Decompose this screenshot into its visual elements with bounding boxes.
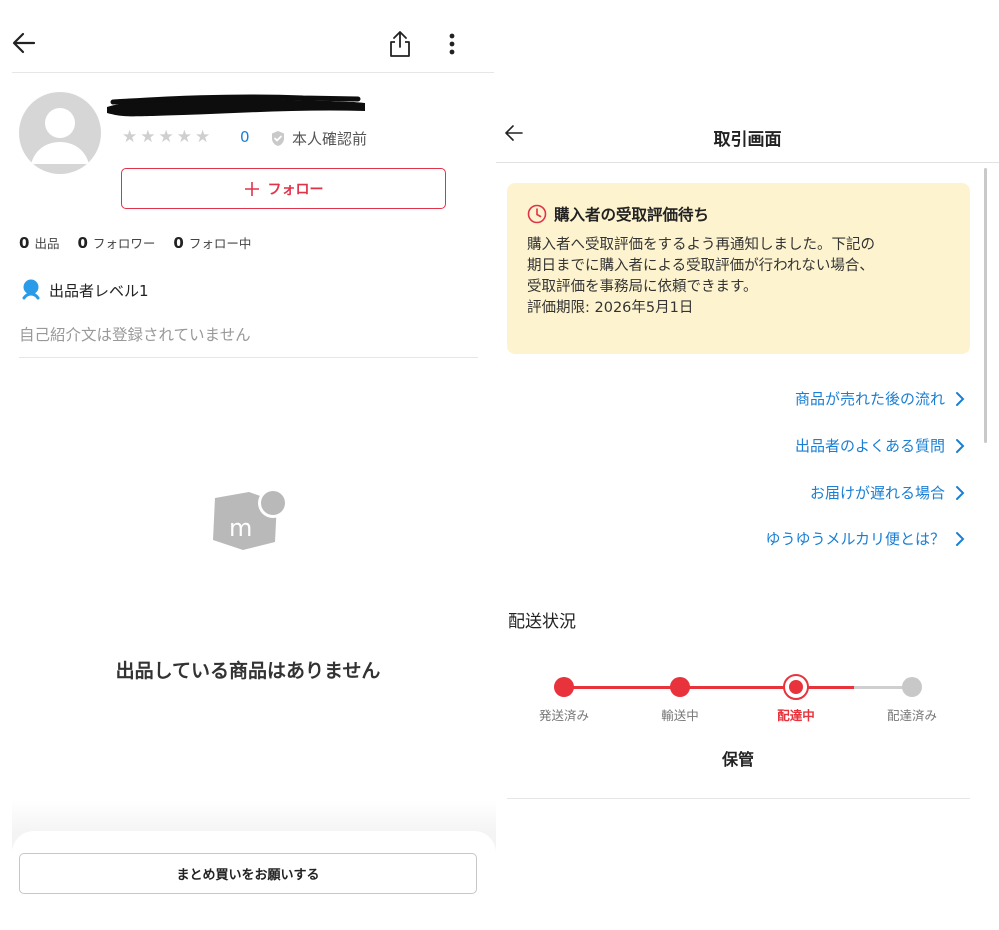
step-dot-shipped: [554, 677, 574, 697]
star-icon: ★: [140, 127, 156, 147]
step-label-out-for-delivery: 配達中: [777, 708, 815, 723]
notice-line: 受取評価を事務局に依頼できます。: [527, 279, 758, 295]
svg-text:m: m: [229, 514, 252, 542]
header-divider: [496, 162, 999, 163]
rating-stars: ★ ★ ★ ★ ★: [122, 127, 210, 147]
back-arrow-icon[interactable]: [8, 28, 40, 58]
verification-label: 本人確認前: [292, 130, 368, 148]
header-divider: [12, 72, 494, 73]
star-icon: ★: [195, 127, 211, 147]
profile-stats: 0 出品 0 フォロワー 0 フォロー中: [19, 233, 269, 252]
follow-button[interactable]: フォロー: [121, 168, 446, 209]
link-yuyu-mercari-bin[interactable]: ゆうゆうメルカリ便とは？: [765, 528, 965, 549]
avatar: [19, 92, 101, 174]
notice-heading-text: 購入者の受取評価待ち: [554, 206, 710, 224]
seller-level[interactable]: 出品者レベル1: [21, 279, 149, 301]
profile-screen: ★ ★ ★ ★ ★ 0 本人確認前 フォロー 0 出品 0 フォロワー 0 フォロー中…: [0, 0, 496, 930]
notice-card: 購入者の受取評価待ち 購入者へ受取評価をするよう再通知しました。下記の 期日まで…: [507, 183, 970, 354]
link-after-sale-flow[interactable]: 商品が売れた後の流れ: [795, 388, 965, 409]
chevron-right-icon: [956, 438, 965, 453]
step-dot-delivered: [902, 677, 922, 697]
stat-following[interactable]: 0 フォロー中: [173, 233, 251, 252]
step-label-delivered: 配達済み: [886, 708, 937, 723]
bio-divider: [19, 357, 478, 358]
star-icon: ★: [122, 127, 138, 147]
shield-check-icon: [272, 131, 284, 146]
step-label-shipped: 発送済み: [538, 708, 589, 723]
star-icon: ★: [176, 127, 192, 147]
notice-heading: 購入者の受取評価待ち: [527, 203, 950, 225]
bio-text: 自己紹介文は登録されていません: [19, 326, 251, 344]
link-delivery-delayed[interactable]: お届けが遅れる場合: [810, 482, 965, 503]
step-label-in-transit: 輸送中: [661, 708, 699, 723]
clock-icon: [527, 204, 547, 224]
stat-listings[interactable]: 0 出品: [19, 233, 59, 252]
chevron-right-icon: [956, 391, 965, 406]
link-seller-faq[interactable]: 出品者のよくある質問: [795, 435, 965, 456]
delivery-status-detail: 保管: [721, 750, 754, 769]
username-redacted: [107, 94, 365, 117]
step-dot-in-transit: [670, 677, 690, 697]
seller-level-label: 出品者レベル1: [49, 281, 149, 300]
chevron-right-icon: [956, 531, 965, 546]
more-menu-icon[interactable]: [440, 30, 464, 58]
notice-line: 購入者へ受取評価をするよう再通知しました。下記の: [527, 237, 875, 253]
page-title: 取引画面: [713, 130, 782, 150]
rating-count[interactable]: 0: [240, 128, 250, 146]
stat-followers[interactable]: 0 フォロワー: [77, 233, 155, 252]
share-icon[interactable]: [385, 27, 415, 61]
bundle-request-button[interactable]: まとめ買いをお願いする: [19, 853, 477, 894]
ribbon-badge-icon: [22, 279, 40, 300]
transaction-screen: 取引画面 購入者の受取評価待ち 購入者へ受取評価をするよう再通知しました。下記の…: [496, 0, 999, 930]
notice-deadline: 評価期限: 2026年5月1日: [527, 300, 694, 316]
notice-body: 購入者へ受取評価をするよう再通知しました。下記の 期日までに購入者による受取評価…: [527, 235, 950, 319]
chevron-right-icon: [956, 485, 965, 500]
mercari-logo-icon: m: [213, 488, 288, 550]
notice-line: 期日までに購入者による受取評価が行われない場合、: [527, 258, 874, 274]
follow-button-label: フォロー: [267, 181, 324, 198]
scrollbar[interactable]: [984, 168, 987, 443]
progress-line-done: [564, 686, 854, 689]
verification-status: 本人確認前: [270, 128, 367, 149]
plus-icon: [244, 181, 259, 196]
empty-listings-message: 出品している商品はありません: [115, 660, 381, 682]
shipping-status-title: 配送状況: [508, 612, 576, 632]
step-dot-out-for-delivery: [783, 674, 809, 700]
section-divider: [507, 798, 970, 799]
star-icon: ★: [158, 127, 174, 147]
